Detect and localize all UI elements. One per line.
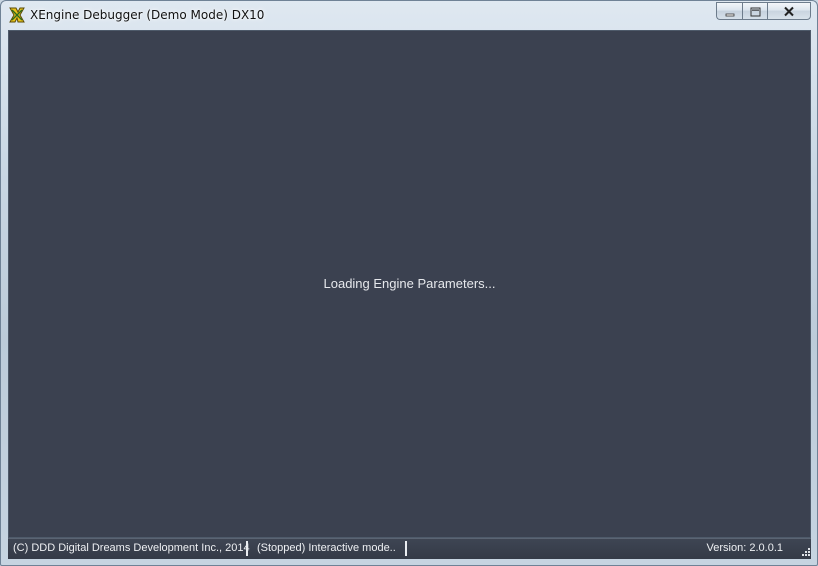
minimize-icon	[725, 2, 735, 21]
status-version: Version: 2.0.0.1	[706, 542, 783, 554]
status-bar: (C) DDD Digital Dreams Development Inc.,…	[8, 538, 811, 559]
maximize-icon	[750, 2, 761, 21]
status-separator	[246, 541, 248, 556]
status-copyright: (C) DDD Digital Dreams Development Inc.,…	[13, 542, 250, 554]
resize-grip-icon[interactable]	[800, 548, 810, 558]
title-bar[interactable]: XEngine Debugger (Demo Mode) DX10	[1, 1, 817, 29]
render-viewport[interactable]: Loading Engine Parameters...	[8, 30, 811, 538]
loading-message: Loading Engine Parameters...	[323, 276, 496, 291]
app-window: XEngine Debugger (Demo Mode) DX10 Loadin…	[0, 0, 818, 566]
window-title: XEngine Debugger (Demo Mode) DX10	[30, 8, 265, 22]
close-icon	[783, 2, 795, 21]
app-logo-icon[interactable]	[8, 6, 26, 24]
close-button[interactable]	[767, 2, 811, 20]
minimize-button[interactable]	[716, 2, 742, 20]
maximize-button[interactable]	[742, 2, 767, 20]
window-controls	[716, 2, 811, 21]
status-mode: (Stopped) Interactive mode..	[257, 542, 396, 554]
status-separator	[405, 541, 407, 556]
